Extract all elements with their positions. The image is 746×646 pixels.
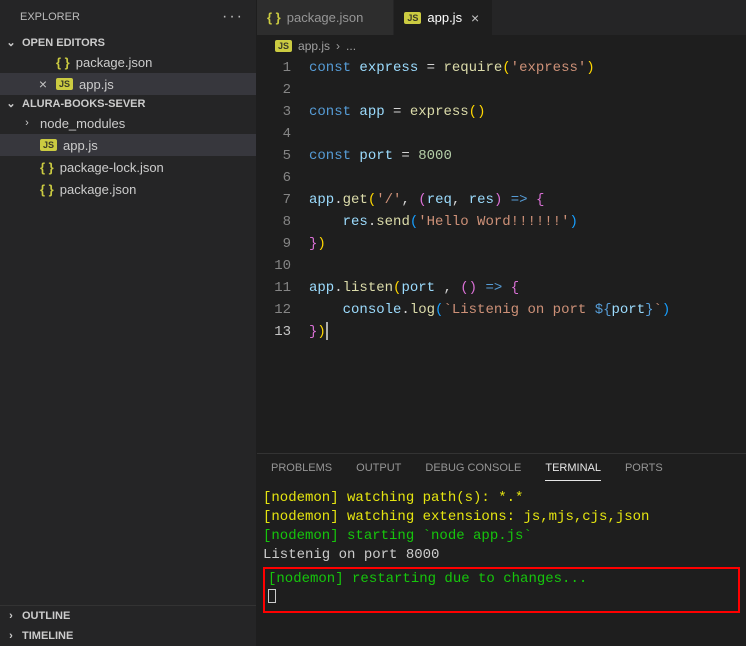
terminal-cursor [268, 589, 276, 603]
terminal-line: Listenig on port 8000 [263, 546, 740, 565]
open-editor-item[interactable]: × JS app.js [0, 73, 256, 95]
chevron-right-icon: › [20, 117, 34, 129]
panel-tabs: PROBLEMS OUTPUT DEBUG CONSOLE TERMINAL PORTS [257, 454, 746, 481]
code-editor[interactable]: 12345678910111213 const express = requir… [257, 57, 746, 453]
item-name: package.json [60, 182, 137, 197]
tab-label: package.json [287, 10, 364, 25]
open-editors-label: OPEN EDITORS [22, 37, 105, 49]
timeline-label: TIMELINE [22, 630, 73, 642]
breadcrumb-file: app.js [298, 39, 330, 53]
item-name: node_modules [40, 116, 125, 131]
editor-group: { } package.json JS app.js × JS app.js › ...… [257, 0, 746, 646]
chevron-right-icon: › [4, 630, 18, 642]
outline-section[interactable]: › OUTLINE [0, 606, 256, 626]
breadcrumb[interactable]: JS app.js › ... [257, 35, 746, 57]
bottom-panel: PROBLEMS OUTPUT DEBUG CONSOLE TERMINAL PORTS… [257, 453, 746, 646]
text-cursor [326, 322, 328, 340]
line-gutter: 12345678910111213 [257, 57, 309, 453]
file-name: package.json [76, 55, 153, 70]
tab-bar: { } package.json JS app.js × [257, 0, 746, 35]
json-file-icon: { } [40, 160, 54, 175]
panel-tab-terminal[interactable]: TERMINAL [545, 462, 601, 481]
folder-item[interactable]: › node_modules [0, 112, 256, 134]
terminal-line: [nodemon] starting `node app.js` [263, 527, 740, 546]
close-icon[interactable]: × [468, 10, 482, 26]
code-content[interactable]: const express = require('express') const… [309, 57, 746, 453]
js-file-icon: JS [275, 40, 292, 52]
json-file-icon: { } [40, 182, 54, 197]
terminal-line: [nodemon] watching path(s): *.* [263, 489, 740, 508]
editor-tab[interactable]: JS app.js × [394, 0, 493, 35]
file-item[interactable]: JS app.js [0, 134, 256, 156]
editor-tab[interactable]: { } package.json [257, 0, 394, 35]
highlighted-output: [nodemon] restarting due to changes... [263, 567, 740, 613]
panel-tab-ports[interactable]: PORTS [625, 462, 663, 481]
terminal-line: [nodemon] watching extensions: js,mjs,cj… [263, 508, 740, 527]
close-icon[interactable]: × [36, 76, 50, 92]
project-section[interactable]: ⌄ ALURA-BOOKS-SEVER [0, 95, 256, 112]
js-file-icon: JS [40, 139, 57, 151]
file-item[interactable]: { } package-lock.json [0, 156, 256, 178]
explorer-header: EXPLORER ··· [0, 0, 256, 34]
chevron-right-icon: › [4, 610, 18, 622]
terminal-line: [nodemon] restarting due to changes... [268, 570, 735, 589]
project-label: ALURA-BOOKS-SEVER [22, 98, 145, 110]
file-item[interactable]: { } package.json [0, 178, 256, 200]
explorer-sidebar: EXPLORER ··· ⌄ OPEN EDITORS { } package.j… [0, 0, 257, 646]
panel-tab-debug-console[interactable]: DEBUG CONSOLE [425, 462, 521, 481]
open-editors-section[interactable]: ⌄ OPEN EDITORS [0, 34, 256, 51]
open-editor-item[interactable]: { } package.json [0, 51, 256, 73]
panel-tab-output[interactable]: OUTPUT [356, 462, 401, 481]
breadcrumb-tail: ... [346, 39, 356, 53]
panel-tab-problems[interactable]: PROBLEMS [271, 462, 332, 481]
timeline-section[interactable]: › TIMELINE [0, 626, 256, 646]
js-file-icon: JS [56, 78, 73, 90]
tab-label: app.js [427, 10, 462, 25]
js-file-icon: JS [404, 12, 421, 24]
outline-label: OUTLINE [22, 610, 70, 622]
project-tree: › node_modules JS app.js { } package-lock.jso… [0, 112, 256, 200]
chevron-right-icon: › [336, 39, 340, 53]
chevron-down-icon: ⌄ [4, 97, 18, 110]
terminal-content[interactable]: [nodemon] watching path(s): *.*[nodemon]… [257, 481, 746, 646]
chevron-down-icon: ⌄ [4, 36, 18, 49]
open-editors-list: { } package.json × JS app.js [0, 51, 256, 95]
json-file-icon: { } [56, 55, 70, 70]
item-name: package-lock.json [60, 160, 164, 175]
item-name: app.js [63, 138, 98, 153]
more-actions-icon[interactable]: ··· [222, 8, 244, 26]
file-name: app.js [79, 77, 114, 92]
explorer-title: EXPLORER [20, 11, 80, 23]
json-file-icon: { } [267, 10, 281, 25]
